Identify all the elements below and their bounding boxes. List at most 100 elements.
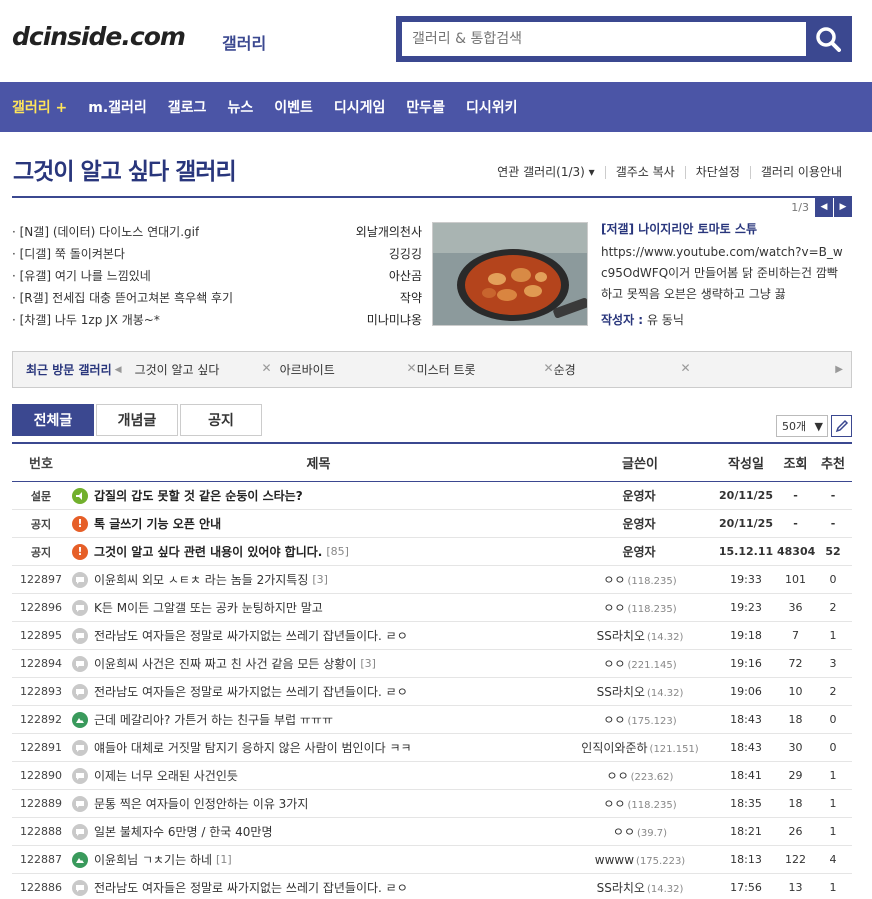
- table-row[interactable]: 122893 전라남도 여자들은 정말로 싸가지없는 쓰레기 잡년들이다. ㄹㅇ S…: [12, 678, 852, 706]
- tab-notice[interactable]: 공지: [180, 404, 262, 436]
- post-title-cell[interactable]: 문통 찍은 여자들이 인정안하는 이유 3가지: [70, 795, 565, 812]
- post-title[interactable]: 전라남도 여자들은 정말로 싸가지없는 쓰레기 잡년들이다. ㄹㅇ: [94, 627, 408, 644]
- feature-thumbnail[interactable]: [432, 222, 588, 326]
- post-writer[interactable]: SS라치오 (14.32): [565, 879, 715, 896]
- concept-title[interactable]: · [차갤] 나두 1zp JX 개봉~*: [12, 311, 160, 328]
- related-gallery-button[interactable]: 연관 갤러리(1/3) ▾: [487, 166, 605, 179]
- recent-item[interactable]: 그것이 알고 싶다 ✕: [135, 361, 272, 378]
- table-row[interactable]: 122896 K든 M이든 그알갤 또는 공카 눈팅하지만 말고 ㅇㅇ (118.23…: [12, 594, 852, 622]
- writer-nick[interactable]: ㅇㅇ: [603, 601, 625, 615]
- post-writer[interactable]: SS라치오 (14.32): [565, 683, 715, 700]
- writer-nick[interactable]: SS라치오: [597, 881, 645, 895]
- close-icon[interactable]: ✕: [681, 361, 691, 378]
- writer-nick[interactable]: ㅇㅇ: [603, 713, 625, 727]
- reply-count[interactable]: [1]: [216, 853, 232, 866]
- feature-title[interactable]: [저갤] 나이지리안 토마토 스튜: [601, 220, 844, 238]
- post-title[interactable]: 이윤희씨 외모 ㅅㅌㅊ 라는 놈들 2가지특징: [94, 571, 308, 588]
- feature-description[interactable]: https://www.youtube.com/watch?v=B_wc95Od…: [601, 242, 844, 305]
- post-title[interactable]: K든 M이든 그알갤 또는 공카 눈팅하지만 말고: [94, 599, 323, 616]
- post-writer[interactable]: wwww (175.223): [565, 853, 715, 867]
- feature-prev-button[interactable]: ◀: [815, 197, 833, 217]
- post-writer[interactable]: ㅇㅇ (118.235): [565, 571, 715, 588]
- nav-mandumall[interactable]: 만두몰: [406, 97, 445, 117]
- concept-item[interactable]: · [차갤] 나두 1zp JX 개봉~* 미나미냐옹: [12, 308, 422, 330]
- search-input[interactable]: [402, 22, 806, 56]
- tab-concept[interactable]: 개념글: [96, 404, 178, 436]
- reply-count[interactable]: [85]: [326, 545, 349, 558]
- writer-nick[interactable]: ㅇㅇ: [607, 769, 629, 783]
- concept-item[interactable]: · [R갤] 전세집 대충 뜯어고쳐본 흑우쇅 후기 작약: [12, 286, 422, 308]
- recent-item[interactable]: 미스터 트롯 ✕: [417, 361, 554, 378]
- feature-next-button[interactable]: ▶: [834, 197, 852, 217]
- post-title[interactable]: 얘들아 대체로 거짓말 탐지기 응하지 않은 사람이 범인이다 ㅋㅋ: [94, 739, 412, 756]
- post-writer[interactable]: ㅇㅇ (223.62): [565, 767, 715, 784]
- table-row[interactable]: 122892 근데 메갈리아? 가튼거 하는 친구들 부럽 ㅠㅠㅠ ㅇㅇ (175.1…: [12, 706, 852, 734]
- post-title-cell[interactable]: 이윤희씨 외모 ㅅㅌㅊ 라는 놈들 2가지특징 [3]: [70, 571, 565, 588]
- post-title-cell[interactable]: 전라남도 여자들은 정말로 싸가지없는 쓰레기 잡년들이다. ㄹㅇ: [70, 683, 565, 700]
- gallery-title[interactable]: 그것이 알고 싶다 갤러리: [13, 152, 237, 186]
- table-row[interactable]: 122891 얘들아 대체로 거짓말 탐지기 응하지 않은 사람이 범인이다 ㅋㅋ…: [12, 734, 852, 762]
- nav-dcgame[interactable]: 디시게임: [334, 97, 386, 117]
- post-writer[interactable]: ㅇㅇ (118.235): [565, 599, 715, 616]
- recent-item[interactable]: 순경 ✕: [554, 361, 691, 378]
- post-title-cell[interactable]: ! 톡 글쓰기 기능 오픈 안내: [70, 515, 565, 532]
- recent-prev-icon[interactable]: ◀: [115, 365, 122, 375]
- list-count-select[interactable]: 50개 ▼: [776, 415, 828, 437]
- concept-item[interactable]: · [유갤] 여기 나를 느낌있네 아산곰: [12, 264, 422, 286]
- post-title[interactable]: 전라남도 여자들은 정말로 싸가지없는 쓰레기 잡년들이다. ㄹㅇ: [94, 879, 408, 896]
- table-row[interactable]: 122890 이제는 너무 오래된 사건인듯 ㅇㅇ (223.62) 18:41 29 1: [12, 762, 852, 790]
- table-row[interactable]: 122897 이윤희씨 외모 ㅅㅌㅊ 라는 놈들 2가지특징 [3] ㅇㅇ (118.2…: [12, 566, 852, 594]
- post-title-cell[interactable]: ! 그것이 알고 싶다 관련 내용이 있어야 합니다. [85]: [70, 543, 565, 560]
- post-writer[interactable]: 운영자: [565, 487, 715, 504]
- recent-next-icon[interactable]: ▶: [835, 364, 843, 375]
- table-row[interactable]: 설문 갑질의 갑도 못할 것 같은 순둥이 스타는? 운영자 20/11/25 - -: [12, 482, 852, 510]
- concept-title[interactable]: · [유갤] 여기 나를 느낌있네: [12, 267, 151, 284]
- nav-dcwiki[interactable]: 디시위키: [466, 97, 518, 117]
- gallery-guide-button[interactable]: 갤러리 이용안내: [749, 166, 852, 179]
- nav-gallery[interactable]: 갤러리 +: [12, 97, 67, 117]
- search-button[interactable]: [807, 19, 849, 59]
- concept-title[interactable]: · [R갤] 전세집 대충 뜯어고쳐본 흑우쇅 후기: [12, 289, 233, 306]
- post-writer[interactable]: ㅇㅇ (175.123): [565, 711, 715, 728]
- post-title-cell[interactable]: 이윤희씨 사건은 진짜 짜고 친 사건 같음 모든 상황이 [3]: [70, 655, 565, 672]
- nav-m-gallery[interactable]: m.갤러리: [88, 97, 147, 117]
- table-row[interactable]: 122888 일본 불체자수 6만명 / 한국 40만명 ㅇㅇ (39.7) 18:21…: [12, 818, 852, 846]
- nav-news[interactable]: 뉴스: [227, 97, 253, 117]
- copy-address-button[interactable]: 갤주소 복사: [604, 166, 685, 179]
- post-title-cell[interactable]: 이윤희님 ㄱㅊ기는 하네 [1]: [70, 851, 565, 868]
- post-title[interactable]: 근데 메갈리아? 가튼거 하는 친구들 부럽 ㅠㅠㅠ: [94, 711, 333, 728]
- post-writer[interactable]: ㅇㅇ (221.145): [565, 655, 715, 672]
- recent-item-label[interactable]: 미스터 트롯: [417, 361, 476, 378]
- post-title[interactable]: 이윤희씨 사건은 진짜 짜고 친 사건 같음 모든 상황이: [94, 655, 356, 672]
- post-title-cell[interactable]: 갑질의 갑도 못할 것 같은 순둥이 스타는?: [70, 487, 565, 504]
- writer-nick[interactable]: 운영자: [622, 489, 655, 503]
- writer-nick[interactable]: 인직이와준하: [581, 741, 647, 755]
- post-title-cell[interactable]: 일본 불체자수 6만명 / 한국 40만명: [70, 823, 565, 840]
- recent-item-label[interactable]: 그것이 알고 싶다: [135, 361, 220, 378]
- write-button[interactable]: [831, 415, 852, 437]
- post-writer[interactable]: ㅇㅇ (39.7): [565, 823, 715, 840]
- concept-item[interactable]: · [N갤] (데이터) 다이노스 연대기.gif 외날개의천사: [12, 220, 422, 242]
- post-title-cell[interactable]: 얘들아 대체로 거짓말 탐지기 응하지 않은 사람이 범인이다 ㅋㅋ: [70, 739, 565, 756]
- table-row[interactable]: 122887 이윤희님 ㄱㅊ기는 하네 [1] wwww (175.223) 18:13 1…: [12, 846, 852, 874]
- close-icon[interactable]: ✕: [262, 361, 272, 378]
- gallery-home-link[interactable]: 갤러리: [222, 30, 266, 54]
- post-title[interactable]: 톡 글쓰기 기능 오픈 안내: [94, 515, 221, 532]
- close-icon[interactable]: ✕: [544, 361, 554, 378]
- table-row[interactable]: 122886 전라남도 여자들은 정말로 싸가지없는 쓰레기 잡년들이다. ㄹㅇ S…: [12, 874, 852, 899]
- post-writer[interactable]: ㅇㅇ (118.235): [565, 795, 715, 812]
- nav-event[interactable]: 이벤트: [274, 97, 313, 117]
- recent-item-label[interactable]: 순경: [554, 361, 576, 378]
- post-writer[interactable]: 운영자: [565, 543, 715, 560]
- tab-all[interactable]: 전체글: [12, 404, 94, 436]
- recent-item[interactable]: 아르바이트 ✕: [280, 361, 417, 378]
- close-icon[interactable]: ✕: [407, 361, 417, 378]
- writer-nick[interactable]: 운영자: [622, 517, 655, 531]
- block-settings-button[interactable]: 차단설정: [684, 166, 750, 179]
- table-row[interactable]: 122895 전라남도 여자들은 정말로 싸가지없는 쓰레기 잡년들이다. ㄹㅇ S…: [12, 622, 852, 650]
- table-row[interactable]: 122889 문통 찍은 여자들이 인정안하는 이유 3가지 ㅇㅇ (118.235)…: [12, 790, 852, 818]
- nav-gallog[interactable]: 갤로그: [168, 97, 207, 117]
- post-title-cell[interactable]: 전라남도 여자들은 정말로 싸가지없는 쓰레기 잡년들이다. ㄹㅇ: [70, 627, 565, 644]
- post-title[interactable]: 그것이 알고 싶다 관련 내용이 있어야 합니다.: [94, 543, 322, 560]
- post-writer[interactable]: SS라치오 (14.32): [565, 627, 715, 644]
